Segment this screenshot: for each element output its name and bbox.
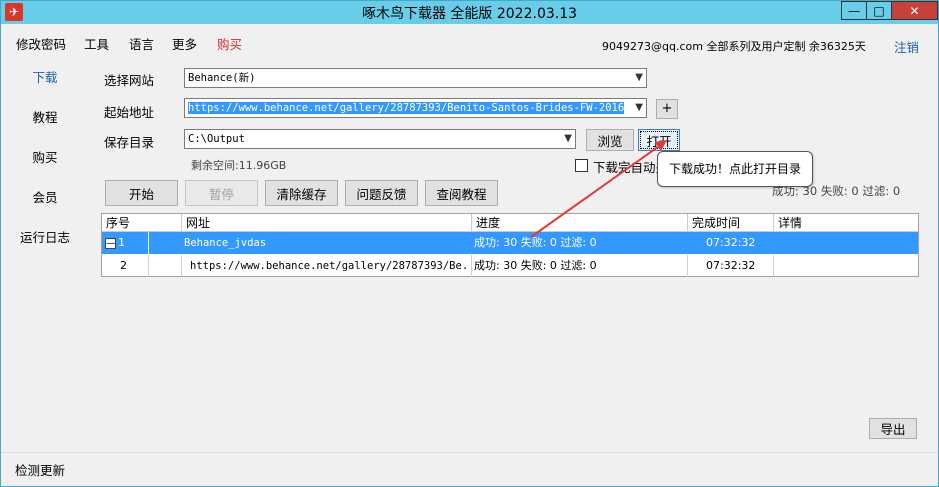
row-index-cell: —1 bbox=[105, 232, 145, 254]
start-button[interactable]: 开始 bbox=[105, 180, 178, 206]
chevron-down-icon[interactable]: ▼ bbox=[635, 69, 643, 87]
menu-tools[interactable]: 工具 bbox=[84, 34, 109, 53]
menu-bar: 修改密码 工具 语言 更多 购买 9049273@qq.com 全部系列及用户定… bbox=[1, 24, 938, 60]
url-label: 起始地址 bbox=[104, 105, 155, 120]
download-table: 序号 网址 进度 完成时间 详情 —1 Behance_jvdas 成功: 30… bbox=[101, 213, 919, 277]
app-window: ✈ 啄木鸟下载器 全能版 2022.03.13 — □ ✕ 修改密码 工具 语言… bbox=[0, 0, 939, 487]
title-bar[interactable]: ✈ 啄木鸟下载器 全能版 2022.03.13 — □ ✕ bbox=[1, 1, 938, 24]
clear-cache-button[interactable]: 清除缓存 bbox=[265, 180, 338, 206]
row-detail bbox=[776, 232, 916, 254]
nav-download[interactable]: 下载 bbox=[1, 67, 89, 86]
save-dir-label: 保存目录 bbox=[104, 135, 155, 150]
row-url: https://www.behance.net/gallery/28787393… bbox=[190, 260, 470, 272]
collapse-icon[interactable]: — bbox=[105, 237, 116, 249]
free-space-text: 剩余空间:11.96GB bbox=[191, 159, 287, 172]
row-index: 1 bbox=[118, 236, 125, 249]
minimize-button[interactable]: — bbox=[841, 1, 867, 20]
nav-member[interactable]: 会员 bbox=[1, 187, 89, 206]
url-input[interactable]: https://www.behance.net/gallery/28787393… bbox=[184, 98, 647, 118]
status-bar: 检测更新 bbox=[1, 452, 938, 486]
table-row[interactable]: —1 Behance_jvdas 成功: 30 失败: 0 过滤: 0 07:3… bbox=[102, 232, 918, 254]
col-finish-time[interactable]: 完成时间 bbox=[688, 214, 774, 232]
col-detail[interactable]: 详情 bbox=[774, 214, 918, 232]
table-header: 序号 网址 进度 完成时间 详情 bbox=[102, 214, 918, 232]
window-controls: — □ ✕ bbox=[841, 1, 938, 22]
add-url-button[interactable]: + bbox=[656, 99, 678, 119]
export-button[interactable]: 导出 bbox=[869, 418, 917, 439]
save-dir-value: C:\Output bbox=[188, 133, 245, 145]
menu-change-password[interactable]: 修改密码 bbox=[16, 34, 66, 53]
maximize-button[interactable]: □ bbox=[866, 1, 892, 20]
chevron-down-icon[interactable]: ▼ bbox=[564, 130, 572, 148]
tutorial-button[interactable]: 查阅教程 bbox=[425, 180, 498, 206]
row-progress: 成功: 30 失败: 0 过滤: 0 bbox=[474, 259, 597, 272]
window-title: 啄木鸟下载器 全能版 2022.03.13 bbox=[361, 6, 578, 22]
col-progress[interactable]: 进度 bbox=[472, 214, 688, 232]
site-select[interactable]: Behance(新) ▼ bbox=[184, 68, 647, 88]
row-index: 2 bbox=[120, 259, 127, 272]
col-url[interactable]: 网址 bbox=[182, 214, 472, 232]
browse-button[interactable]: 浏览 bbox=[586, 129, 634, 151]
col-index[interactable]: 序号 bbox=[102, 214, 182, 232]
nav-run-log[interactable]: 运行日志 bbox=[1, 227, 89, 246]
account-info: 9049273@qq.com 全部系列及用户定制 余36325天 bbox=[602, 40, 866, 53]
row-progress: 成功: 30 失败: 0 过滤: 0 bbox=[474, 236, 597, 249]
row-url: Behance_jvdas bbox=[184, 237, 267, 249]
site-select-value: Behance(新) bbox=[188, 72, 256, 84]
save-dir-input[interactable]: C:\Output ▼ bbox=[184, 129, 576, 149]
row-finish-time: 07:32:32 bbox=[706, 259, 756, 272]
row-finish-time: 07:32:32 bbox=[706, 236, 756, 249]
nav-buy[interactable]: 购买 bbox=[1, 147, 89, 166]
logout-link[interactable]: 注销 bbox=[894, 37, 919, 56]
nav-tutorial[interactable]: 教程 bbox=[1, 107, 89, 126]
menu-more[interactable]: 更多 bbox=[172, 34, 197, 53]
open-dir-button[interactable]: 打开 bbox=[638, 129, 680, 151]
chevron-down-icon[interactable]: ▼ bbox=[635, 99, 643, 117]
menu-language[interactable]: 语言 bbox=[129, 34, 154, 53]
table-row[interactable]: 2 https://www.behance.net/gallery/287873… bbox=[102, 255, 918, 277]
menu-buy[interactable]: 购买 bbox=[217, 34, 242, 53]
pause-button[interactable]: 暂停 bbox=[185, 180, 258, 206]
url-input-value: https://www.behance.net/gallery/28787393… bbox=[188, 102, 625, 114]
auto-open-checkbox[interactable] bbox=[575, 159, 588, 172]
close-button[interactable]: ✕ bbox=[891, 1, 938, 20]
site-label: 选择网站 bbox=[104, 73, 155, 88]
download-success-tooltip[interactable]: 下载成功！点此打开目录 bbox=[657, 151, 813, 187]
check-update-link[interactable]: 检测更新 bbox=[15, 460, 65, 479]
row-detail bbox=[776, 255, 916, 277]
feedback-button[interactable]: 问题反馈 bbox=[345, 180, 418, 206]
